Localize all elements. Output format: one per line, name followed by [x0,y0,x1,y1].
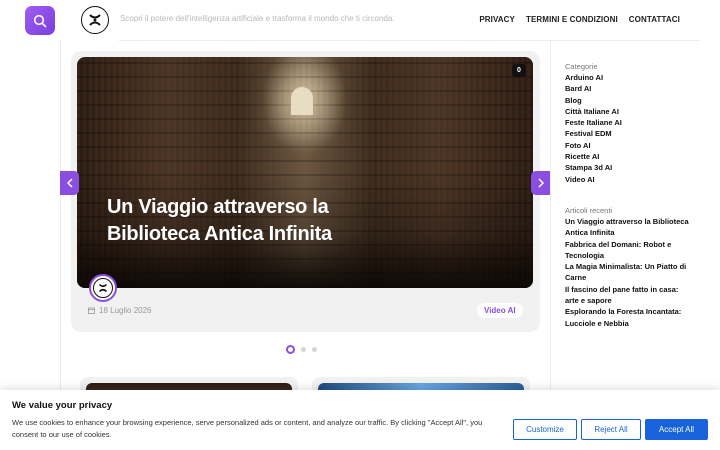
recent-post-link[interactable]: Carne [565,272,689,283]
recent-post-link[interactable]: Lucciole e Nebbia [565,318,689,329]
post-date-text: 18 Luglio 2026 [99,306,152,315]
recent-post-link[interactable]: Fabbrica del Domani: Robot e [565,239,689,250]
recent-post-link[interactable]: Antica Infinita [565,227,689,238]
header-divider [119,40,700,41]
category-pill[interactable]: Video AI [477,303,523,318]
category-link[interactable]: Video AI [565,174,622,185]
category-link[interactable]: Ricette AI [565,151,622,162]
nav-terms[interactable]: TERMINI E CONDIZIONI [526,15,618,24]
avatar-logo-icon [93,278,113,298]
category-link[interactable]: Bard AI [565,83,622,94]
slider-next-button[interactable] [531,171,550,195]
post-date: 18 Luglio 2026 [88,306,152,315]
recent-post-link[interactable]: Il fascino del pane fatto in casa: [565,284,689,295]
category-link[interactable]: Stampa 3d AI [565,162,622,173]
chevron-left-icon [66,178,73,188]
cookie-title: We value your privacy [12,400,113,411]
cookie-text: We use cookies to enhance your browsing … [12,418,483,439]
slider-pagination [286,345,317,354]
comment-count-badge: 0 [512,64,526,77]
author-avatar[interactable] [89,274,117,302]
category-link[interactable]: Arduino AI [565,72,622,83]
search-icon [33,14,47,27]
slider-dot-2[interactable] [301,347,306,352]
site-header: Scopri il potere dell'intelligenza artif… [0,0,720,40]
slider-dot-3[interactable] [312,347,317,352]
chevron-right-icon [537,178,544,188]
recent-posts-heading: Articoli recenti [565,206,613,215]
featured-slide[interactable]: 0 Un Viaggio attraverso la Biblioteca An… [77,57,533,288]
site-logo[interactable] [81,6,109,34]
slide-title[interactable]: Un Viaggio attraverso la Biblioteca Anti… [107,194,407,248]
nav-privacy[interactable]: PRIVACY [479,15,515,24]
recent-post-link[interactable]: Un Viaggio attraverso la Biblioteca [565,216,689,227]
main-nav: PRIVACY TERMINI E CONDIZIONI CONTATTACI [479,15,680,24]
hero-overlay [77,57,533,288]
category-link[interactable]: Blog [565,95,622,106]
recent-post-link[interactable]: Tecnologia [565,250,689,261]
slider-dot-1[interactable] [286,345,295,354]
logo-icon [89,14,101,26]
recent-post-link[interactable]: arte e sapore [565,295,689,306]
cookie-banner: We value your privacy We use cookies to … [0,390,720,450]
calendar-icon [88,307,95,314]
category-link[interactable]: Foto AI [565,140,622,151]
recent-posts-list: Un Viaggio attraverso la Biblioteca Anti… [565,216,689,329]
categories-heading: Categorie [565,62,598,71]
right-divider [550,40,551,450]
recent-post-link[interactable]: La Magia Minimalista: Un Piatto di [565,261,689,272]
nav-contact[interactable]: CONTATTACI [629,15,680,24]
cookie-customize-button[interactable]: Customize [513,419,577,440]
slider-prev-button[interactable] [60,171,79,195]
cookie-accept-button[interactable]: Accept All [645,419,708,440]
search-button[interactable] [25,6,55,35]
category-link[interactable]: Città Italiane AI [565,106,622,117]
categories-list: Arduino AI Bard AI Blog Città Italiane A… [565,72,622,185]
site-tagline: Scopri il potere dell'intelligenza artif… [120,14,395,23]
cookie-reject-button[interactable]: Reject All [581,419,641,440]
category-link[interactable]: Festival EDM [565,128,622,139]
recent-post-link[interactable]: Esplorando la Foresta Incantata: [565,306,689,317]
category-link[interactable]: Feste Italiane AI [565,117,622,128]
left-divider [60,40,61,450]
